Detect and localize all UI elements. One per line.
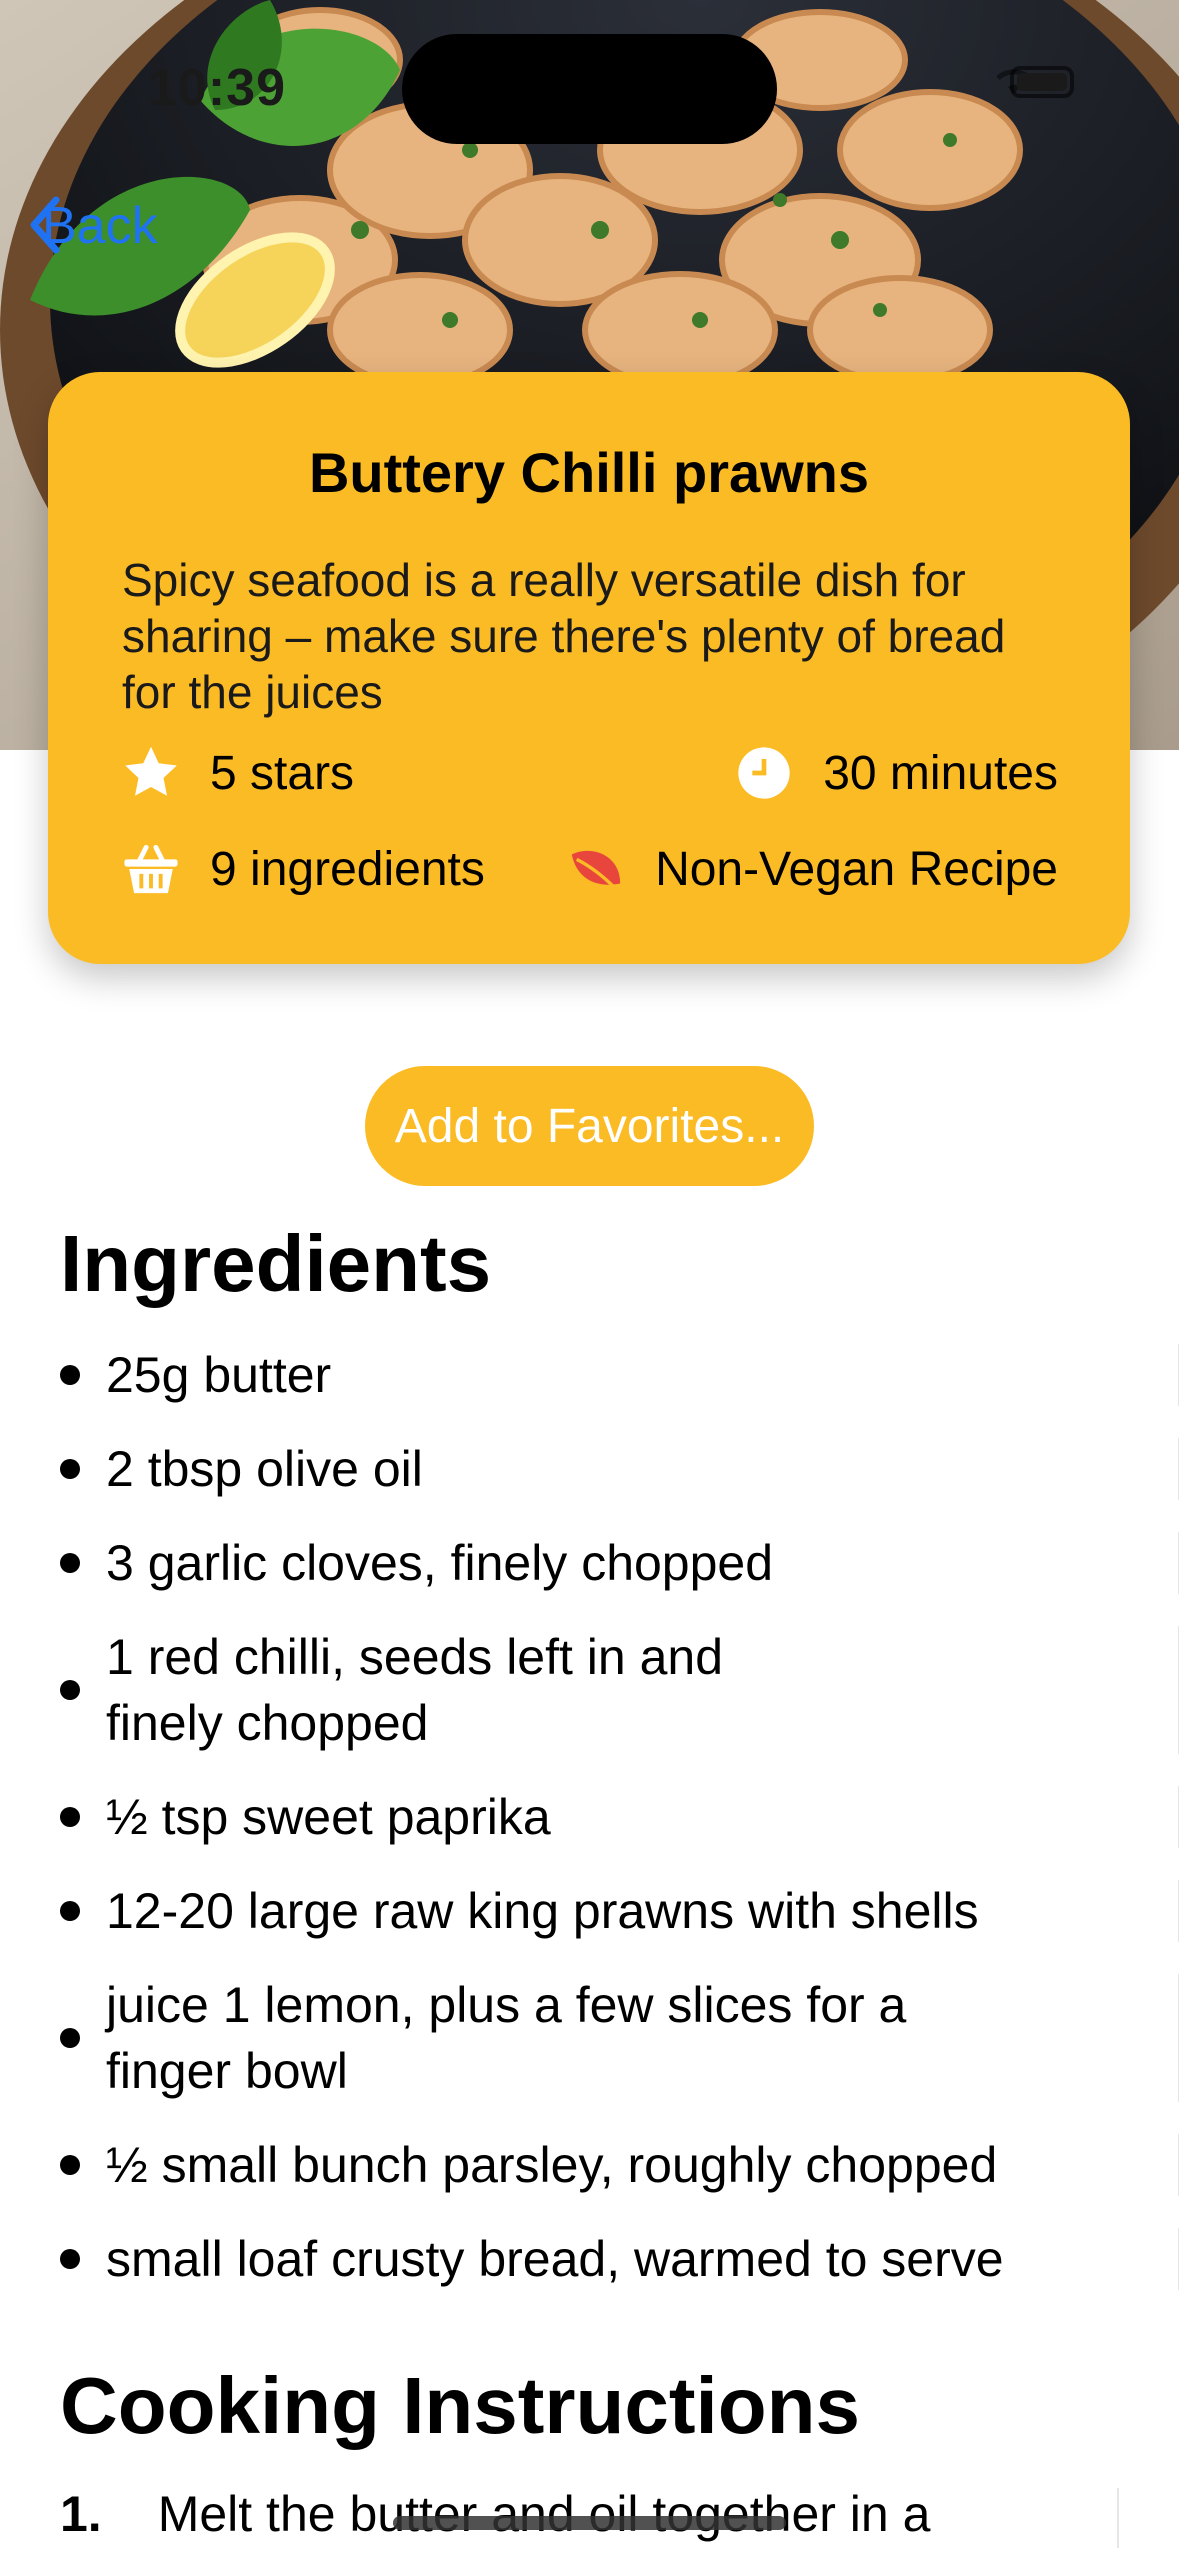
recipe-info-card: Buttery Chilli prawns Spicy seafood is a…	[48, 372, 1130, 964]
basket-icon	[120, 838, 182, 900]
list-item: small loaf crusty bread, warmed to serve	[60, 2212, 1179, 2306]
ingredient-text: ½ small bunch parsley, roughly chopped	[106, 2137, 998, 2193]
status-time: 10:39	[148, 59, 286, 117]
ingredient-text: juice 1 lemon, plus a few slices for a f…	[106, 1977, 907, 2099]
ingredient-text: 25g butter	[106, 1347, 332, 1403]
list-item: 25g butter	[60, 1328, 1179, 1422]
ingredient-text: 2 tbsp olive oil	[106, 1441, 423, 1497]
ingredients-list: 25g butter 2 tbsp olive oil 3 garlic clo…	[60, 1328, 1179, 2306]
ingredient-text: 1 red chilli, seeds left in and finely c…	[106, 1629, 724, 1751]
ingredients-count-meta: 9 ingredients	[120, 838, 485, 900]
star-icon	[120, 742, 182, 804]
ingredient-text: small loaf crusty bread, warmed to serve	[106, 2231, 1004, 2287]
bullet	[60, 2028, 80, 2048]
step-number: 1.	[60, 2486, 102, 2542]
status-icons	[992, 66, 1074, 98]
list-item: 1 red chilli, seeds left in and finely c…	[60, 1610, 1179, 1770]
recipe-description: Spicy seafood is a really versatile dish…	[122, 554, 1006, 718]
bullet	[60, 1459, 80, 1479]
recipe-title: Buttery Chilli prawns	[308, 441, 870, 504]
step-text: Melt the butter and oil together in a	[157, 2486, 931, 2542]
row-divider	[1117, 2488, 1119, 2548]
time-text: 30 minutes	[823, 746, 1058, 800]
bullet	[60, 1807, 80, 1827]
bullet	[60, 1901, 80, 1921]
time-meta: 30 minutes	[733, 742, 1058, 804]
cooking-instructions-heading: Cooking Instructions	[60, 2361, 860, 2450]
ingredient-text: 12-20 large raw king prawns with shells	[106, 1883, 979, 1939]
bullet	[60, 1365, 80, 1385]
list-item: ½ tsp sweet paprika	[60, 1770, 1179, 1864]
ingredients-count-text: 9 ingredients	[210, 842, 485, 896]
list-item: juice 1 lemon, plus a few slices for a f…	[60, 1958, 1179, 2118]
clock-icon	[733, 742, 795, 804]
diet-text: Non-Vegan Recipe	[655, 842, 1058, 896]
ingredient-text: ½ tsp sweet paprika	[106, 1789, 551, 1845]
battery-icon	[1010, 66, 1074, 98]
bullet	[60, 1680, 80, 1700]
leaf-icon	[565, 838, 627, 900]
back-button[interactable]: Back	[28, 196, 158, 256]
rating-text: 5 stars	[210, 746, 355, 800]
dynamic-island	[402, 34, 777, 144]
ingredient-text: 3 garlic cloves, finely chopped	[106, 1535, 774, 1591]
bullet	[60, 2155, 80, 2175]
list-item: ½ small bunch parsley, roughly chopped	[60, 2118, 1179, 2212]
bullet	[60, 1553, 80, 1573]
diet-meta: Non-Vegan Recipe	[565, 838, 1058, 900]
bullet	[60, 2249, 80, 2269]
list-item: 12-20 large raw king prawns with shells	[60, 1864, 1179, 1958]
add-to-favorites-button[interactable]: Add to Favorites...	[365, 1066, 814, 1186]
instruction-step: 1. Melt the butter and oil together in a	[60, 2485, 930, 2543]
list-item: 3 garlic cloves, finely chopped	[60, 1516, 1179, 1610]
ingredients-heading: Ingredients	[60, 1219, 492, 1308]
rating-meta: 5 stars	[120, 742, 354, 804]
home-indicator[interactable]	[393, 2516, 786, 2530]
list-item: 2 tbsp olive oil	[60, 1422, 1179, 1516]
